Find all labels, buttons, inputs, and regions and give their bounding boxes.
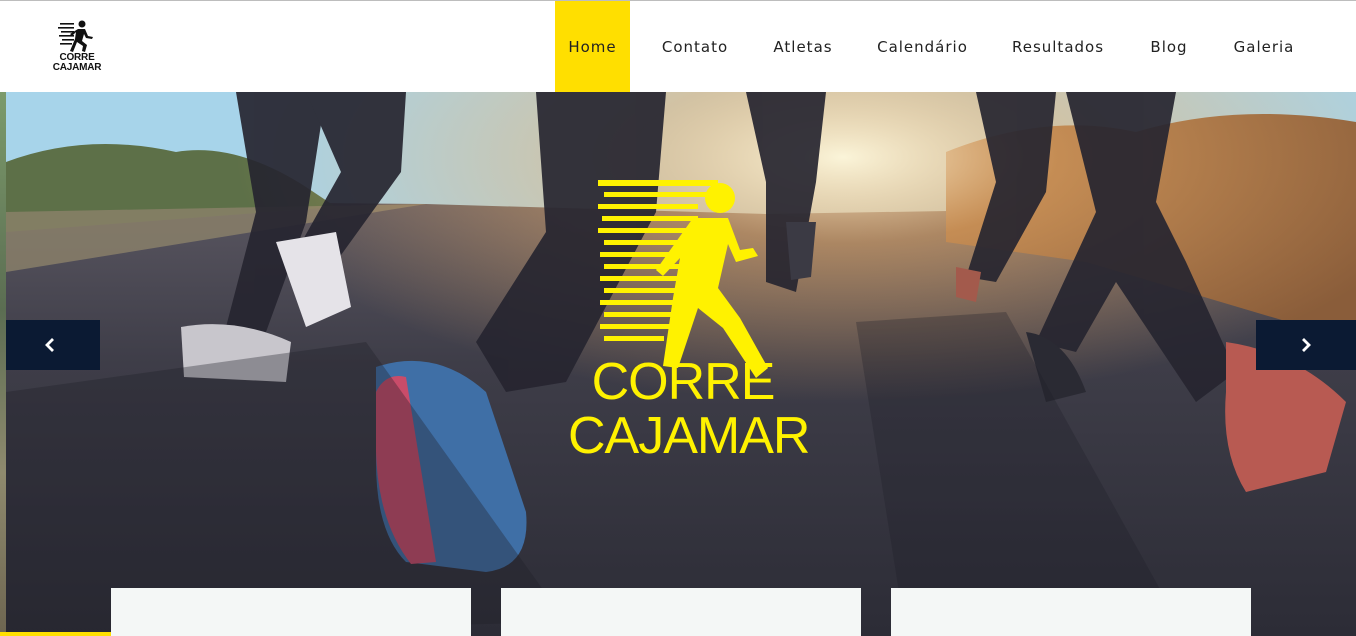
nav-galeria[interactable]: Galeria	[1221, 1, 1307, 92]
slider-next-button[interactable]	[1256, 320, 1356, 370]
slider-prev-button[interactable]	[6, 320, 100, 370]
hero-logo: CORRE CAJAMAR	[568, 178, 810, 468]
logo-text: CORRE CAJAMAR	[52, 53, 102, 73]
hero-logo-line2: CAJAMAR	[568, 407, 810, 465]
main-nav: Home Contato Atletas Calendário Resultad…	[555, 1, 1307, 92]
nav-calendario[interactable]: Calendário	[846, 1, 999, 92]
chevron-right-icon	[1302, 338, 1311, 352]
nav-home[interactable]: Home	[555, 1, 630, 92]
hero-logo-line1: CORRE	[591, 353, 776, 411]
site-header: CORRE CAJAMAR Home Contato Atletas Calen…	[0, 1, 1356, 92]
nav-atletas[interactable]: Atletas	[760, 1, 846, 92]
chevron-left-icon	[45, 338, 54, 352]
accent-bar	[0, 632, 111, 636]
runner-icon	[58, 20, 93, 52]
feature-card-1	[111, 588, 471, 636]
nav-resultados[interactable]: Resultados	[999, 1, 1117, 92]
runner-icon	[598, 180, 768, 378]
nav-contato[interactable]: Contato	[630, 1, 760, 92]
feature-card-3	[891, 588, 1251, 636]
hero-slider: CORRE CAJAMAR	[6, 92, 1356, 636]
site-logo[interactable]: CORRE CAJAMAR	[52, 19, 102, 75]
feature-card-2	[501, 588, 861, 636]
nav-blog[interactable]: Blog	[1117, 1, 1221, 92]
logo-text-line2: CAJAMAR	[52, 62, 102, 73]
